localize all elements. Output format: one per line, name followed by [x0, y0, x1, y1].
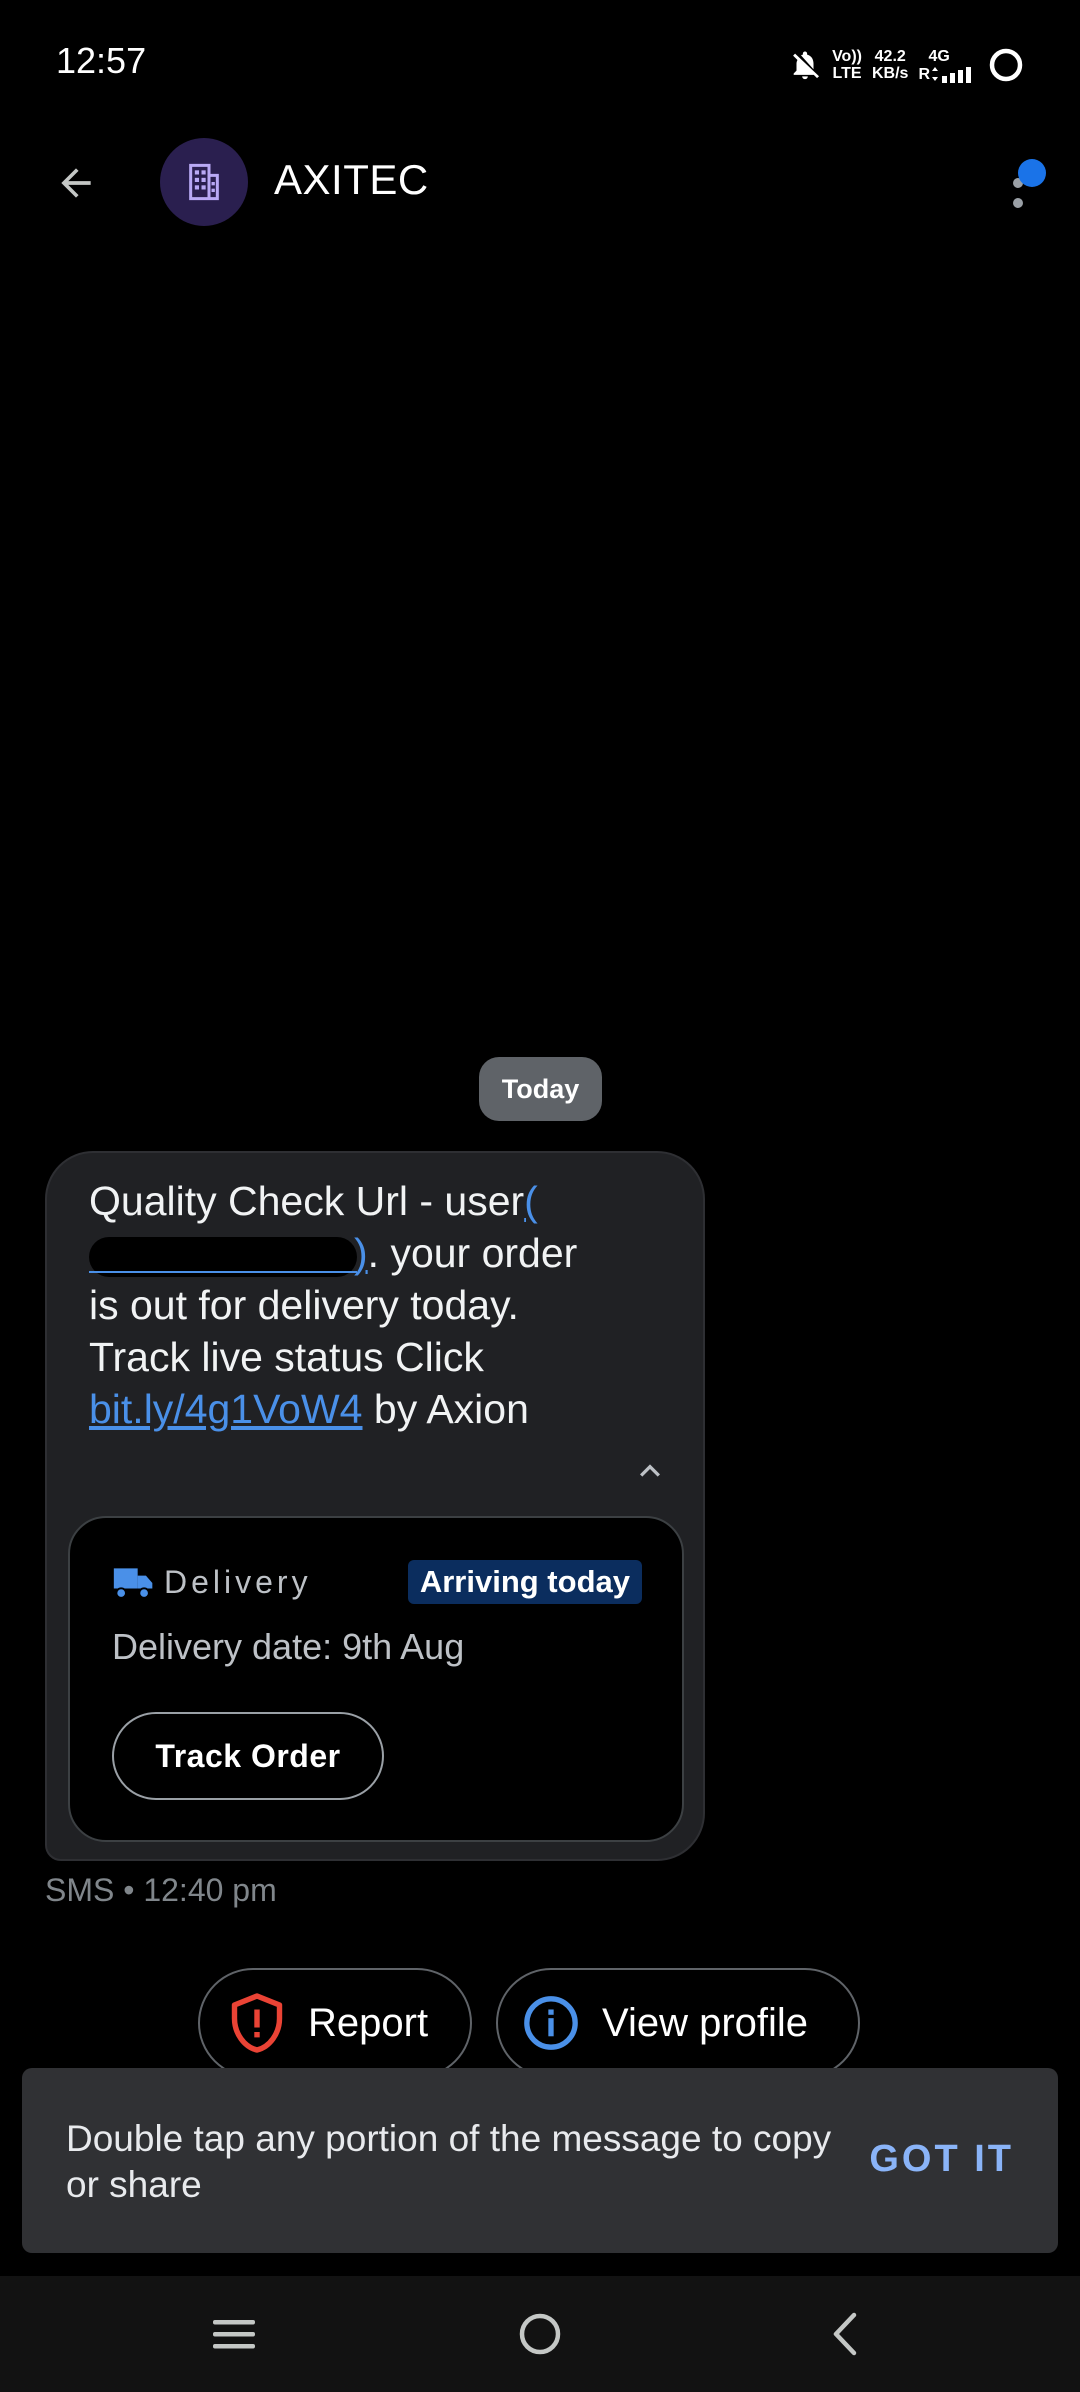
- collapse-button[interactable]: [625, 1451, 675, 1491]
- got-it-button[interactable]: GOT IT: [869, 2138, 1014, 2181]
- arrow-back-icon: [61, 168, 91, 198]
- signal-icon: [932, 66, 971, 83]
- report-button[interactable]: Report: [198, 1968, 472, 2078]
- snackbar-text: Double tap any portion of the message to…: [66, 2118, 832, 2205]
- conversation-header: AXITEC: [0, 128, 1080, 238]
- delivery-label: Delivery: [164, 1564, 312, 1600]
- more-options-button[interactable]: [990, 138, 1060, 228]
- view-profile-label: View profile: [602, 2000, 809, 2045]
- shield-alert-icon: [228, 1993, 286, 2053]
- snackbar: Double tap any portion of the message to…: [22, 2068, 1058, 2253]
- view-profile-button[interactable]: View profile: [496, 1968, 860, 2078]
- nav-back-button[interactable]: [796, 2294, 896, 2374]
- message-text[interactable]: Quality Check Url - user(). your order i…: [89, 1175, 609, 1435]
- truck-icon: [113, 1567, 153, 1599]
- recent-apps-button[interactable]: [184, 2294, 284, 2374]
- message-meta: SMS • 12:40 pm: [45, 1872, 277, 1908]
- status-icons: Vo)) LTE 42.2 KB/s 4G R: [788, 40, 1024, 90]
- date-divider: Today: [479, 1057, 602, 1121]
- chevron-left-icon: [833, 2312, 857, 2356]
- message-bubble[interactable]: Quality Check Url - user(). your order i…: [45, 1151, 705, 1861]
- notification-dot: [1018, 159, 1046, 187]
- contact-name[interactable]: AXITEC: [274, 156, 429, 204]
- status-badge: Arriving today: [407, 1560, 642, 1604]
- status-time: 12:57: [56, 40, 147, 81]
- business-icon: [189, 163, 219, 201]
- home-circle-icon: [519, 2313, 561, 2355]
- chevron-up-icon: [640, 1464, 660, 1477]
- tracking-link[interactable]: bit.ly/4g1VoW4: [89, 1386, 363, 1432]
- back-button[interactable]: [36, 148, 116, 218]
- delivery-header: Delivery: [112, 1564, 312, 1601]
- volte-indicator: Vo)) LTE: [832, 48, 862, 82]
- report-label: Report: [308, 2000, 429, 2045]
- delivery-date: Delivery date: 9th Aug: [112, 1626, 465, 1667]
- info-icon: [522, 1994, 580, 2052]
- network-type: 4G R: [918, 48, 978, 83]
- data-speed: 42.2 KB/s: [871, 48, 909, 82]
- battery-ring-icon: [989, 48, 1023, 82]
- home-button[interactable]: [490, 2294, 590, 2374]
- status-bar: 12:57 Vo)) LTE 42.2 KB/s 4G R: [0, 0, 1080, 128]
- delivery-card: Delivery Arriving today Delivery date: 9…: [68, 1516, 684, 1842]
- muted-bell-icon: [793, 51, 820, 80]
- track-order-button[interactable]: Track Order: [112, 1712, 384, 1800]
- navigation-bar: [0, 2276, 1080, 2392]
- contact-avatar[interactable]: [160, 138, 248, 226]
- menu-icon: [213, 2320, 255, 2349]
- redacted-region: [89, 1231, 357, 1277]
